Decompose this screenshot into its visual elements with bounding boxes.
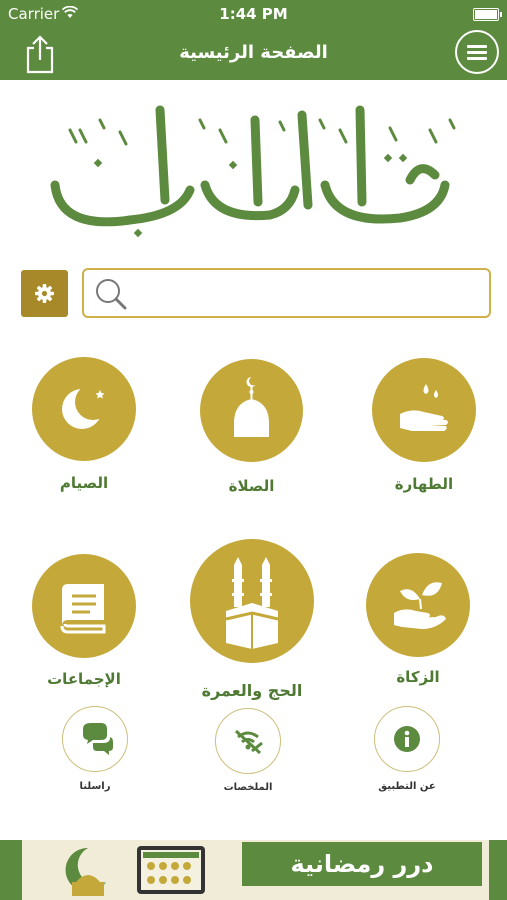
page-title: الصفحة الرئيسية [179, 42, 328, 63]
hamburger-line [467, 57, 487, 60]
water-hand-icon [400, 384, 448, 431]
navigation-bar: الصفحة الرئيسية [0, 28, 507, 80]
search-icon [96, 279, 127, 310]
app-logo [50, 105, 456, 238]
status-bar: Carrier 1:44 PM [0, 0, 507, 28]
zakat-circle [366, 553, 470, 657]
mosque-dome-icon [234, 377, 269, 437]
tile-hajj[interactable]: الحج والعمرة [190, 539, 314, 704]
tile-label-tahara: الطهارة [394, 475, 454, 493]
hamburger-line [467, 51, 487, 54]
clock: 1:44 PM [219, 5, 288, 23]
tile-label-siyam: الصيام [59, 474, 109, 492]
ijmaat-circle [32, 554, 136, 658]
info-icon [394, 726, 420, 752]
tile-label-hajj: الحج والعمرة [201, 681, 303, 700]
search-box [82, 268, 491, 318]
banner-border [0, 840, 22, 900]
small-label-contact: راسلنا [79, 781, 111, 792]
banner-border [489, 840, 507, 900]
hajj-circle [190, 539, 314, 663]
summaries-circle [215, 708, 281, 774]
small-label-summaries: الملخصات [223, 782, 273, 793]
banner-title: درر رمضانية [242, 842, 482, 886]
book-icon [60, 584, 106, 634]
chat-icon [83, 723, 113, 755]
tile-label-ijmaat: الإجماعات [47, 670, 121, 688]
mosque-crescent-icon [65, 847, 106, 896]
tile-ijmaat[interactable]: الإجماعات [32, 554, 136, 694]
settings-button[interactable] [21, 270, 68, 317]
kaaba-icon [225, 557, 279, 649]
tile-label-salah: الصلاة [228, 477, 275, 495]
crescent-moon-icon [62, 384, 111, 429]
tile-about[interactable]: عن التطبيق [370, 706, 444, 796]
tablet-preview-image [137, 846, 205, 894]
tile-contact[interactable]: راسلنا [60, 706, 130, 796]
about-circle [374, 706, 440, 772]
tile-salah[interactable]: الصلاة [200, 359, 303, 499]
menu-button[interactable] [455, 30, 499, 74]
tile-summaries[interactable]: الملخصات [212, 708, 284, 798]
tile-siyam[interactable]: الصيام [32, 357, 136, 497]
battery-icon [473, 8, 502, 21]
small-label-about: عن التطبيق [378, 781, 436, 792]
hamburger-icon [467, 45, 487, 48]
tile-label-zakat: الزكاة [396, 668, 440, 686]
contact-circle [62, 706, 128, 772]
plant-hand-icon [394, 582, 446, 629]
tahara-circle [372, 358, 476, 462]
salah-circle [200, 359, 303, 462]
tile-zakat[interactable]: الزكاة [366, 553, 470, 693]
search-input[interactable] [134, 278, 478, 310]
siyam-circle [32, 357, 136, 461]
summaries-icon [234, 729, 263, 755]
promo-banner[interactable]: درر رمضانية [0, 840, 507, 900]
gear-icon [35, 284, 54, 303]
tile-tahara[interactable]: الطهارة [372, 358, 476, 498]
